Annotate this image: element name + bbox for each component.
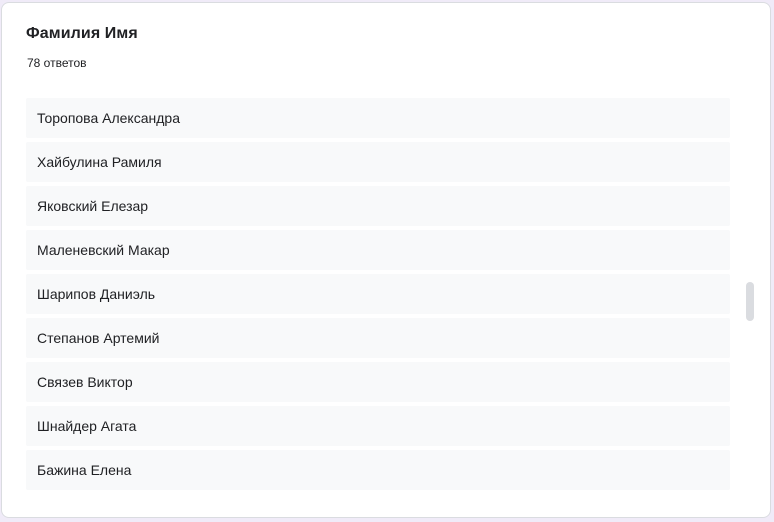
response-item: Шнайдер Агата (26, 406, 730, 446)
response-item: Торопова Александра (26, 98, 730, 138)
response-item: Степанов Артемий (26, 318, 730, 358)
response-item: Бажина Елена (26, 450, 730, 490)
question-title: Фамилия Имя (26, 25, 138, 42)
question-response-card: Фамилия Имя 78 ответов Торопова Александ… (1, 2, 771, 518)
response-count: 78 ответов (27, 56, 87, 70)
response-item: Маленевский Макар (26, 230, 730, 270)
scrollbar-track[interactable] (746, 98, 754, 498)
response-item: Хайбулина Рамиля (26, 142, 730, 182)
response-list[interactable]: Торопова Александра Хайбулина Рамиля Яко… (26, 98, 730, 498)
scrollbar-thumb[interactable] (746, 282, 754, 321)
response-item: Связев Виктор (26, 362, 730, 402)
response-item: Шарипов Даниэль (26, 274, 730, 314)
response-item: Яковский Елезар (26, 186, 730, 226)
